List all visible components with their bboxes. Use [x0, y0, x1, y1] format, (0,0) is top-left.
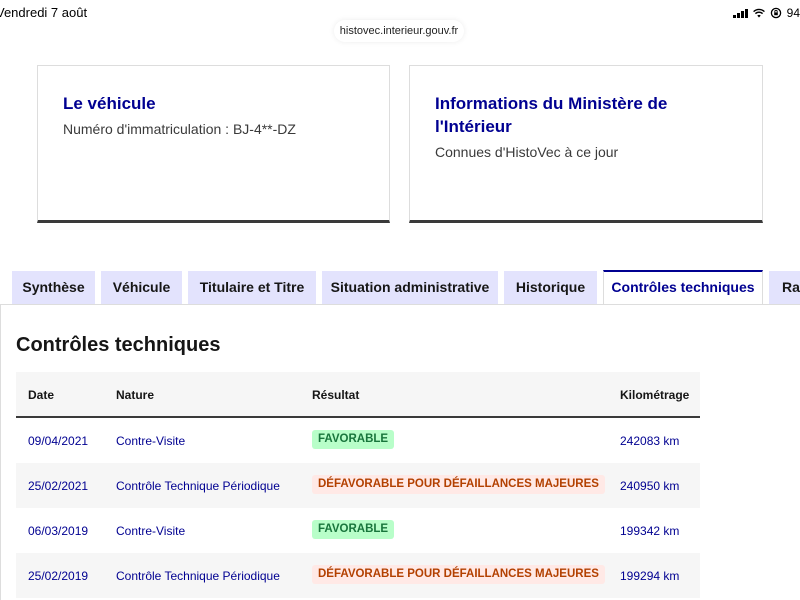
table-row: 06/03/2019 Contre-Visite FAVORABLE 19934…	[16, 508, 700, 553]
row-date: 25/02/2019	[28, 569, 89, 583]
header-result: Résultat	[312, 388, 360, 402]
ministry-card-title: Informations du Ministère de l'Intérieur	[435, 94, 668, 136]
table-row: 25/02/2021 Contrôle Technique Périodique…	[16, 463, 700, 508]
address-bar[interactable]: histovec.interieur.gouv.fr	[334, 20, 464, 42]
vehicle-card-title: Le véhicule	[63, 94, 156, 113]
ministry-card-subtitle: Connues d'HistoVec à ce jour	[435, 144, 619, 160]
row-date: 25/02/2021	[28, 479, 89, 493]
ministry-card: Informations du Ministère de l'Intérieur…	[409, 65, 763, 223]
row-nature: Contre-Visite	[116, 434, 186, 448]
section-title: Contrôles techniques	[16, 334, 221, 356]
wifi-icon	[752, 8, 765, 18]
tab-rapport[interactable]: Rap	[769, 271, 800, 304]
table-row: 25/02/2019 Contrôle Technique Périodique…	[16, 553, 700, 598]
header-nature: Nature	[116, 388, 155, 402]
tab-vehicule[interactable]: Véhicule	[101, 271, 182, 304]
row-nature: Contre-Visite	[116, 524, 186, 538]
result-badge-favorable: FAVORABLE	[312, 430, 395, 449]
result-badge-defavorable: DÉFAVORABLE POUR DÉFAILLANCES MAJEURES	[312, 475, 605, 494]
tab-historique[interactable]: Historique	[504, 271, 597, 304]
battery-percentage: 94	[786, 6, 800, 20]
table-header: Date Nature Résultat Kilométrage	[16, 372, 700, 418]
status-indicators: 94	[732, 6, 800, 20]
tab-titulaire-et-titre[interactable]: Titulaire et Titre	[188, 271, 316, 304]
row-date: 06/03/2019	[28, 524, 89, 538]
header-date: Date	[28, 388, 55, 402]
table-row: 09/04/2021 Contre-Visite FAVORABLE 24208…	[16, 418, 700, 463]
technical-inspections-table: Date Nature Résultat Kilométrage 09/04/2…	[16, 372, 700, 598]
tab-synthese[interactable]: Synthèse	[12, 271, 95, 304]
vehicle-card: Le véhicule Numéro d'immatriculation : B…	[37, 65, 390, 223]
rotation-lock-icon	[770, 7, 781, 19]
tab-situation-administrative[interactable]: Situation administrative	[322, 271, 498, 304]
row-date: 09/04/2021	[28, 434, 89, 448]
tab-bar: Synthèse Véhicule Titulaire et Titre Sit…	[0, 270, 800, 305]
row-nature: Contrôle Technique Périodique	[116, 479, 280, 493]
registration-number: Numéro d'immatriculation : BJ-4**-DZ	[63, 121, 296, 137]
signal-icon	[732, 8, 748, 18]
row-mileage: 199342 km	[620, 524, 680, 538]
tab-controles-techniques[interactable]: Contrôles techniques	[603, 270, 763, 305]
header-mileage: Kilométrage	[620, 388, 690, 402]
result-badge-defavorable: DÉFAVORABLE POUR DÉFAILLANCES MAJEURES	[312, 565, 605, 584]
result-badge-favorable: FAVORABLE	[312, 520, 395, 539]
row-mileage: 240950 km	[620, 479, 680, 493]
row-mileage: 199294 km	[620, 569, 680, 583]
row-mileage: 242083 km	[620, 434, 680, 448]
status-time: Vendredi 7 août	[0, 5, 88, 20]
row-nature: Contrôle Technique Périodique	[116, 569, 280, 583]
